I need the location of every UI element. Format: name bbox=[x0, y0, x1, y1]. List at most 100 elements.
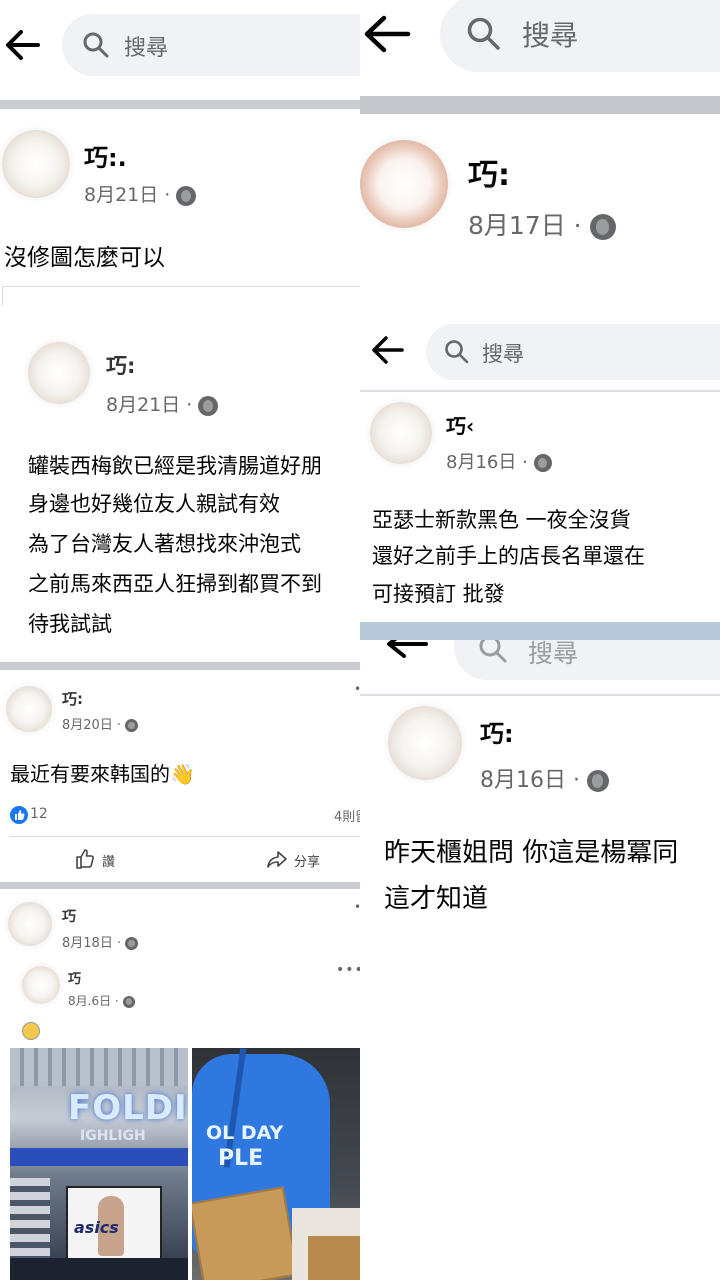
post-text: 沒修圖怎麼可以 bbox=[4, 245, 165, 271]
shared-post-line: 之前馬來西亞人狂掃到都買不到 bbox=[28, 572, 322, 596]
search-placeholder: 搜尋 bbox=[124, 36, 169, 61]
shared-post-line: 待我試試 bbox=[28, 612, 112, 636]
search-icon bbox=[467, 17, 500, 50]
left-panel: 搜尋 巧:. 8月21日 · 沒修圖怎麼可以 巧: 8月21日 · 罐裝西梅飲已… bbox=[0, 0, 360, 1280]
divider bbox=[0, 662, 360, 670]
post-author[interactable]: 巧‹ bbox=[446, 410, 474, 439]
divider bbox=[360, 694, 720, 696]
back-arrow-icon[interactable] bbox=[370, 334, 406, 366]
search-bar: 搜尋 bbox=[360, 640, 720, 694]
post-date[interactable]: 8月20日 · bbox=[62, 714, 139, 733]
globe-icon bbox=[122, 995, 135, 1008]
post-date[interactable]: 8月21日 · bbox=[84, 180, 197, 207]
shared-post-frame bbox=[2, 286, 360, 287]
search-placeholder: 搜尋 bbox=[522, 19, 579, 52]
search-placeholder: 搜尋 bbox=[528, 640, 579, 668]
store-sign: FOLDI bbox=[68, 1088, 188, 1128]
search-input[interactable]: 搜尋 bbox=[426, 324, 720, 380]
globe-icon bbox=[198, 395, 219, 416]
globe-icon bbox=[589, 214, 616, 240]
post-line: 昨天櫃姐問 你這是楊冪同 bbox=[384, 838, 679, 868]
globe-icon bbox=[125, 937, 139, 950]
divider bbox=[360, 622, 720, 640]
post-author[interactable]: 巧: bbox=[62, 688, 83, 709]
search-input[interactable]: 搜尋 bbox=[62, 14, 360, 76]
thumbs-up-icon bbox=[76, 849, 94, 869]
globe-icon bbox=[586, 770, 609, 792]
shared-post-line: 身邊也好幾位友人親試有效 bbox=[28, 492, 280, 516]
post-photo-person[interactable]: OL DAY PLE bbox=[192, 1048, 360, 1280]
comment-count[interactable]: 4則留 bbox=[334, 806, 360, 825]
share-label: 分享 bbox=[294, 855, 321, 870]
search-bar: 搜尋 bbox=[360, 0, 720, 92]
avatar[interactable] bbox=[22, 966, 60, 1004]
avatar[interactable] bbox=[8, 902, 52, 946]
divider bbox=[360, 96, 720, 114]
poster-brand: asics bbox=[74, 1218, 119, 1237]
shirt-print-1: OL DAY bbox=[206, 1122, 284, 1144]
post-date[interactable]: 8月16日 · bbox=[446, 448, 552, 474]
post-date[interactable]: 8月16日 · bbox=[480, 762, 609, 794]
search-icon bbox=[445, 340, 469, 364]
post-date-text: 8月16日 · bbox=[480, 768, 580, 793]
post-date-text: 8月20日 · bbox=[62, 718, 122, 733]
like-label: 讚 bbox=[102, 855, 116, 870]
store-sign-sub: IGHLIGH bbox=[80, 1128, 146, 1144]
back-arrow-icon[interactable] bbox=[384, 640, 430, 664]
back-arrow-icon[interactable] bbox=[362, 14, 412, 54]
shoe-box-2 bbox=[308, 1236, 360, 1280]
divider bbox=[0, 100, 360, 109]
post-date-text: 8月16日 · bbox=[446, 452, 528, 473]
search-input[interactable]: 搜尋 bbox=[440, 0, 720, 72]
avatar[interactable] bbox=[360, 140, 448, 228]
shared-post-date-text: 8月.6日 · bbox=[68, 994, 119, 1008]
shared-post-author[interactable]: 巧 bbox=[68, 968, 81, 987]
post-text: 最近有要來韩国的👋 bbox=[10, 762, 195, 786]
divider bbox=[0, 882, 360, 889]
back-arrow-icon[interactable] bbox=[4, 28, 42, 62]
emoji-reaction-icon bbox=[22, 1022, 40, 1040]
post-line: 亞瑟士新款黑色 一夜全沒貨 bbox=[372, 508, 631, 532]
post-author[interactable]: 巧:. bbox=[84, 138, 127, 173]
globe-icon bbox=[176, 185, 197, 206]
avatar[interactable] bbox=[28, 342, 90, 404]
shared-post-frame-edge bbox=[2, 286, 3, 306]
shirt-print-2: PLE bbox=[218, 1146, 264, 1171]
store-ceiling bbox=[10, 1048, 188, 1086]
post-line: 還好之前手上的店長名單還在 bbox=[372, 544, 645, 568]
post-line: 這才知道 bbox=[384, 884, 489, 914]
like-reaction-icon[interactable] bbox=[10, 806, 28, 824]
like-count[interactable]: 12 bbox=[30, 806, 48, 822]
post-date[interactable]: 8月18日 · bbox=[62, 932, 139, 951]
store-blue-band bbox=[10, 1148, 188, 1166]
avatar[interactable] bbox=[2, 130, 70, 198]
avatar[interactable] bbox=[6, 686, 52, 732]
shared-post-author[interactable]: 巧: bbox=[106, 350, 135, 380]
post-author[interactable]: 巧 bbox=[62, 906, 76, 926]
avatar[interactable] bbox=[388, 706, 462, 780]
post-date-text: 8月21日 · bbox=[84, 184, 171, 206]
post-author[interactable]: 巧: bbox=[468, 150, 510, 194]
shared-post-date[interactable]: 8月21日 · bbox=[106, 390, 219, 417]
more-options-icon[interactable]: ••• bbox=[336, 962, 360, 978]
post-date-text: 8月18日 · bbox=[62, 936, 122, 951]
shoe-box bbox=[192, 1186, 300, 1280]
shared-post-line: 為了台灣友人著想找來沖泡式 bbox=[28, 532, 301, 556]
action-divider bbox=[10, 836, 360, 837]
shared-post-date-text: 8月21日 · bbox=[106, 394, 193, 416]
post-line: 可接預訂 批發 bbox=[372, 582, 505, 606]
divider bbox=[360, 390, 720, 392]
shared-post-date[interactable]: 8月.6日 · bbox=[68, 992, 135, 1009]
search-placeholder: 搜尋 bbox=[482, 342, 524, 366]
search-icon bbox=[83, 32, 109, 58]
avatar[interactable] bbox=[370, 402, 432, 464]
search-input[interactable]: 搜尋 bbox=[454, 640, 720, 680]
post-author[interactable]: 巧: bbox=[480, 714, 514, 749]
globe-icon bbox=[533, 454, 552, 472]
post-date[interactable]: 8月17日 · bbox=[468, 206, 616, 242]
search-icon bbox=[479, 640, 507, 663]
globe-icon bbox=[125, 719, 139, 732]
search-bar: 搜尋 bbox=[0, 0, 360, 92]
post-photo-store[interactable]: FOLDI IGHLIGH asics bbox=[10, 1048, 188, 1280]
shared-post-line: 罐裝西梅飲已經是我清腸道好朋 bbox=[28, 454, 322, 478]
